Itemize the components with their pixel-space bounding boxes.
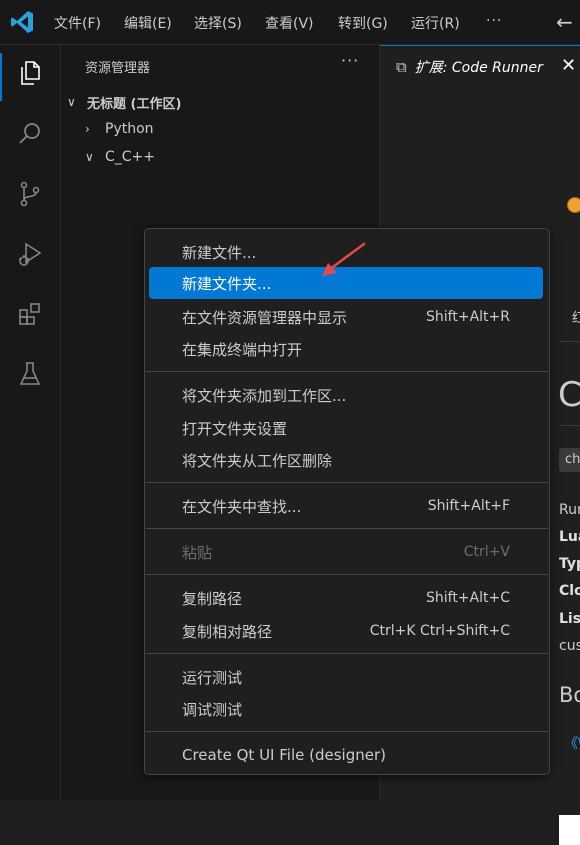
image-fragment	[559, 815, 580, 845]
shortcut-label: Shift+Alt+F	[427, 498, 510, 514]
workspace-header[interactable]: ∨ 无标题 (工作区)	[67, 91, 181, 113]
title-bar: 文件(F) 编辑(E) 选择(S) 查看(V) 转到(G) 运行(R) ··· …	[0, 0, 580, 45]
tab-fragment[interactable]: 红	[572, 307, 580, 326]
text-fragment: cus	[559, 638, 580, 654]
extensions-icon[interactable]	[12, 296, 48, 332]
menu-item-remove-folder[interactable]: 将文件夹从工作区删除	[149, 444, 543, 476]
extension-logo-fragment	[567, 197, 580, 213]
menu-go[interactable]: 转到(G)	[338, 13, 388, 33]
menu-item-copy-path[interactable]: 复制路径 Shift+Alt+C	[149, 582, 543, 614]
arrow-left-icon[interactable]: ←	[556, 10, 573, 34]
menu-separator	[146, 482, 548, 483]
tree-folder-python[interactable]: › Python	[85, 118, 154, 140]
tab-label: 扩展: Code Runner	[414, 60, 543, 76]
tab-extension-code-runner[interactable]: ⧉ 扩展: Code Runner ✕	[380, 45, 580, 88]
menu-run[interactable]: 运行(R)	[411, 13, 460, 33]
menu-item-debug-tests[interactable]: 调试测试	[149, 693, 543, 725]
text-fragment: Lua	[559, 529, 580, 545]
shortcut-label: Ctrl+V	[463, 544, 510, 560]
annotation-arrow-icon	[322, 242, 366, 276]
menu-item-find-in-folder[interactable]: 在文件夹中查找... Shift+Alt+F	[149, 490, 543, 522]
menu-item-add-folder-to-workspace[interactable]: 将文件夹添加到工作区...	[149, 379, 543, 411]
testing-icon[interactable]	[12, 356, 48, 392]
search-icon[interactable]	[12, 116, 48, 152]
menu-separator	[146, 574, 548, 575]
link-fragment[interactable]: 《\	[564, 733, 580, 753]
source-control-icon[interactable]	[12, 176, 48, 212]
text-fragment: Typ	[559, 556, 580, 572]
menu-separator	[146, 731, 548, 732]
divider	[560, 425, 580, 426]
folder-label: Python	[105, 121, 154, 137]
active-indicator	[0, 53, 2, 101]
run-debug-icon[interactable]	[12, 236, 48, 272]
menu-item-folder-settings[interactable]: 打开文件夹设置	[149, 412, 543, 444]
shortcut-label: Ctrl+K Ctrl+Shift+C	[369, 623, 510, 639]
shortcut-label: Shift+Alt+C	[425, 590, 510, 606]
menu-view[interactable]: 查看(V)	[265, 13, 314, 33]
heading-fragment: Bo	[559, 683, 580, 707]
menu-item-create-qt-ui-file[interactable]: Create Qt UI File (designer)	[149, 739, 543, 771]
menu-selection[interactable]: 选择(S)	[194, 13, 242, 33]
menu-item-copy-relative-path[interactable]: 复制相对路径 Ctrl+K Ctrl+Shift+C	[149, 615, 543, 647]
menu-item-open-in-terminal[interactable]: 在集成终端中打开	[149, 333, 543, 365]
extension-title-fragment: C	[558, 375, 580, 415]
activity-bar	[0, 45, 61, 800]
text-fragment: Lis	[559, 611, 580, 627]
menu-item-reveal-in-explorer[interactable]: 在文件资源管理器中显示 Shift+Alt+R	[149, 301, 543, 333]
category-chip[interactable]: ch	[559, 448, 580, 472]
chevron-right-icon: ›	[85, 122, 90, 136]
menu-file[interactable]: 文件(F)	[54, 13, 101, 33]
text-fragment: Clo	[559, 583, 580, 599]
text-fragment: Rur	[559, 502, 580, 518]
sidebar-more-button[interactable]: ···	[341, 51, 359, 70]
shortcut-label: Shift+Alt+R	[426, 309, 510, 325]
context-menu: 新建文件... 新建文件夹... 在文件资源管理器中显示 Shift+Alt+R …	[144, 228, 550, 775]
menu-separator	[146, 653, 548, 654]
menu-separator	[146, 371, 548, 372]
menu-separator	[146, 528, 548, 529]
chevron-down-icon: ∨	[67, 95, 76, 109]
menu-edit[interactable]: 编辑(E)	[124, 13, 172, 33]
tree-folder-c-cpp[interactable]: ∨ C_C++	[85, 146, 155, 168]
sidebar-title: 资源管理器	[85, 61, 151, 76]
chevron-down-icon: ∨	[85, 150, 94, 164]
folder-label: C_C++	[105, 149, 156, 165]
menu-item-run-tests[interactable]: 运行测试	[149, 661, 543, 693]
menu-item-paste[interactable]: 粘贴 Ctrl+V	[149, 536, 543, 568]
close-icon[interactable]: ✕	[561, 55, 576, 76]
workspace-label: 无标题 (工作区)	[87, 96, 182, 112]
divider	[560, 341, 580, 342]
vscode-logo-icon	[11, 11, 33, 33]
menu-more-button[interactable]: ···	[486, 13, 502, 33]
extensions-icon: ⧉	[396, 58, 407, 76]
explorer-icon[interactable]	[12, 55, 48, 91]
